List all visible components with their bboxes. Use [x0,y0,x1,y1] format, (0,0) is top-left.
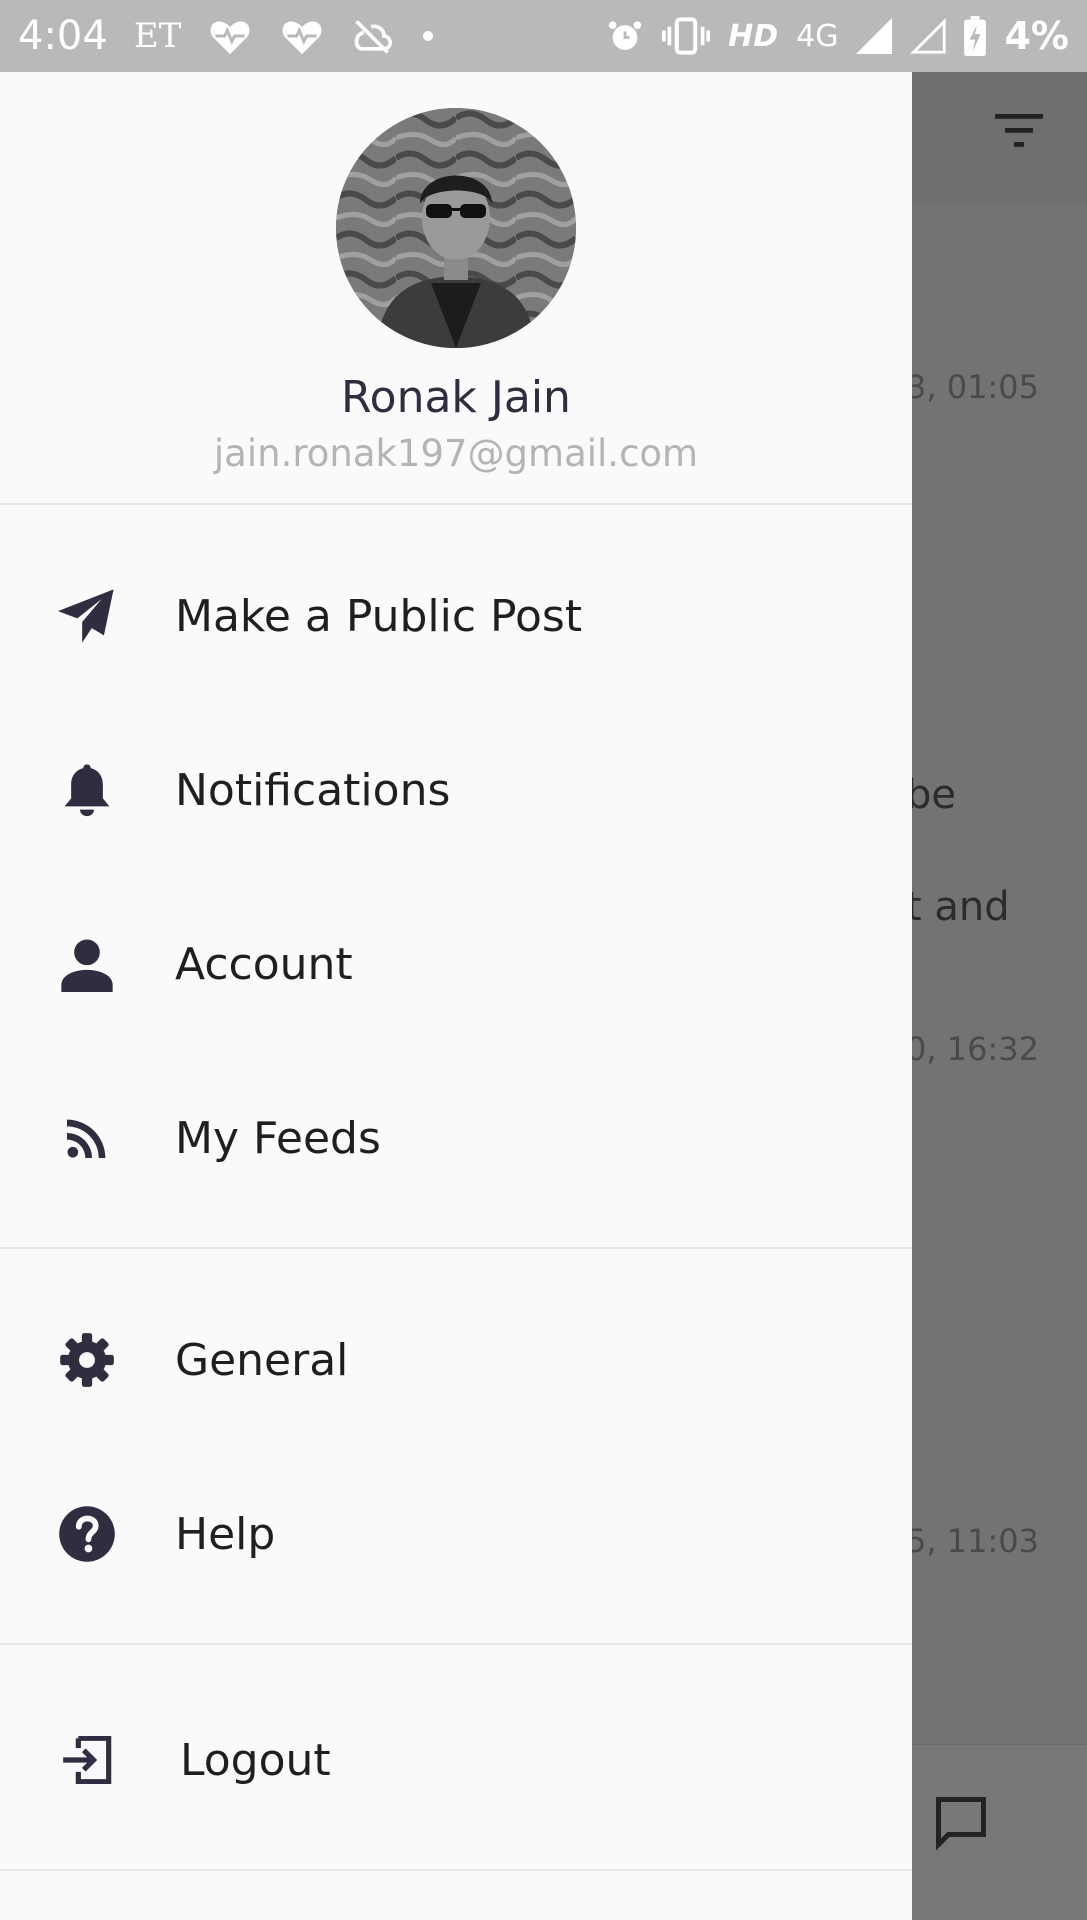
menu-label: General [175,1334,349,1386]
divider [0,1643,912,1645]
divider [0,503,912,505]
chat-icon[interactable] [930,1792,992,1856]
bell-icon [58,761,116,819]
navigation-drawer: Ronak Jain jain.ronak197@gmail.com Make … [0,72,912,1920]
menu-item-account[interactable]: Account [0,894,912,1034]
rss-icon [58,1109,116,1167]
user-email: jain.ronak197@gmail.com [213,432,699,475]
status-bar: 4:04 ET HD 4G 4% [0,0,1087,72]
menu-item-logout[interactable]: Logout [0,1690,912,1830]
menu-item-general[interactable]: General [0,1290,912,1430]
heart-pulse-icon [279,16,325,56]
dot-icon [421,29,435,43]
person-icon [58,935,116,993]
battery-level: 4% [1004,14,1069,58]
signal-full-icon [856,18,893,54]
user-name: Ronak Jain [341,372,571,423]
cloud-off-icon [351,17,395,55]
carrier-tag: ET [133,16,182,56]
paper-plane-icon [58,587,116,645]
menu-label: My Feeds [175,1112,381,1164]
network-type: 4G [796,18,839,54]
filter-icon[interactable] [995,112,1043,152]
alarm-icon [606,19,644,53]
signal-empty-icon [910,18,947,54]
background-timestamp: 0, 16:32 [906,1030,1039,1068]
menu-item-my-feeds[interactable]: My Feeds [0,1068,912,1208]
background-text: t and [906,884,1010,930]
menu-label: Notifications [175,764,451,816]
menu-label: Account [175,938,353,990]
background-timestamp: 5, 11:03 [906,1522,1039,1560]
status-time: 4:04 [18,13,108,59]
heart-pulse-icon [207,16,253,56]
divider [0,1247,912,1249]
background-timestamp: 3, 01:05 [906,368,1039,406]
logout-icon [58,1731,116,1789]
menu-label: Make a Public Post [175,590,583,642]
battery-charging-icon [964,16,987,56]
menu-label: Help [175,1508,276,1560]
menu-label: Logout [180,1734,331,1786]
menu-item-make-public-post[interactable]: Make a Public Post [0,546,912,686]
profile-header: Ronak Jain jain.ronak197@gmail.com [0,72,912,504]
menu-item-notifications[interactable]: Notifications [0,720,912,860]
divider [0,1869,912,1871]
avatar[interactable] [336,108,576,348]
menu-item-help[interactable]: Help [0,1464,912,1604]
vibrate-icon [662,17,711,55]
hd-indicator: HD [728,18,779,54]
help-circle-icon [58,1505,116,1563]
background-text: be [906,772,956,818]
gear-icon [58,1331,116,1389]
